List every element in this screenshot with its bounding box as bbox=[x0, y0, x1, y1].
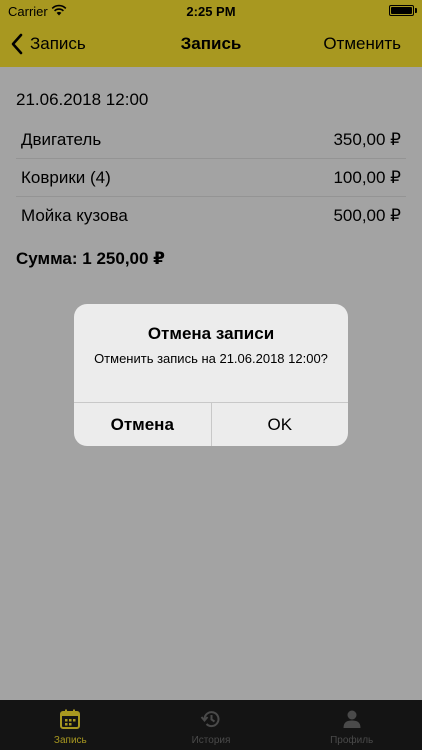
service-price: 350,00 ₽ bbox=[333, 129, 401, 149]
battery-tip bbox=[415, 8, 417, 13]
cancel-alert-dialog: Отмена записи Отменить запись на 21.06.2… bbox=[74, 304, 348, 446]
service-price: 100,00 ₽ bbox=[333, 167, 401, 187]
service-name: Двигатель bbox=[21, 129, 102, 149]
tab-booking[interactable]: Запись bbox=[0, 700, 141, 750]
cancel-booking-button[interactable]: Отменить bbox=[323, 34, 401, 54]
status-time: 2:25 PM bbox=[186, 4, 236, 19]
tab-bar: Запись История Профиль bbox=[0, 700, 422, 750]
alert-title: Отмена записи bbox=[147, 324, 275, 343]
booking-datetime: 21.06.2018 12:00 bbox=[16, 90, 149, 109]
alert-ok-button[interactable]: OK bbox=[212, 403, 349, 446]
service-list: Двигатель 350,00 ₽ Коврики (4) 100,00 ₽ … bbox=[16, 121, 406, 235]
status-bar: Carrier 2:25 PM bbox=[0, 0, 422, 22]
total-sum: Сумма: 1 250,00 ₽ bbox=[16, 249, 165, 268]
alert-message: Отменить запись на 21.06.2018 12:00? bbox=[94, 351, 328, 366]
history-icon bbox=[200, 711, 220, 728]
top-bar: Carrier 2:25 PM Запись Запись Отменить bbox=[0, 0, 422, 67]
navigation-bar: Запись Запись Отменить bbox=[0, 22, 422, 67]
battery-icon bbox=[389, 5, 414, 16]
service-row: Двигатель 350,00 ₽ bbox=[16, 121, 406, 159]
service-name: Мойка кузова bbox=[21, 206, 128, 225]
service-row: Мойка кузова 500,00 ₽ bbox=[16, 197, 406, 235]
service-row: Коврики (4) 100,00 ₽ bbox=[16, 159, 406, 197]
calendar-icon bbox=[60, 709, 81, 729]
alert-buttons: Отмена OK bbox=[74, 402, 348, 446]
tab-history[interactable]: История bbox=[141, 700, 282, 750]
service-name: Коврики (4) bbox=[21, 167, 111, 187]
tab-label: Профиль bbox=[330, 735, 374, 746]
tab-profile[interactable]: Профиль bbox=[281, 700, 422, 750]
profile-icon bbox=[343, 710, 361, 728]
alert-cancel-button[interactable]: Отмена bbox=[74, 403, 212, 446]
service-price: 500,00 ₽ bbox=[333, 206, 401, 225]
tab-label: Запись bbox=[53, 735, 87, 746]
tab-label: История bbox=[191, 735, 231, 746]
